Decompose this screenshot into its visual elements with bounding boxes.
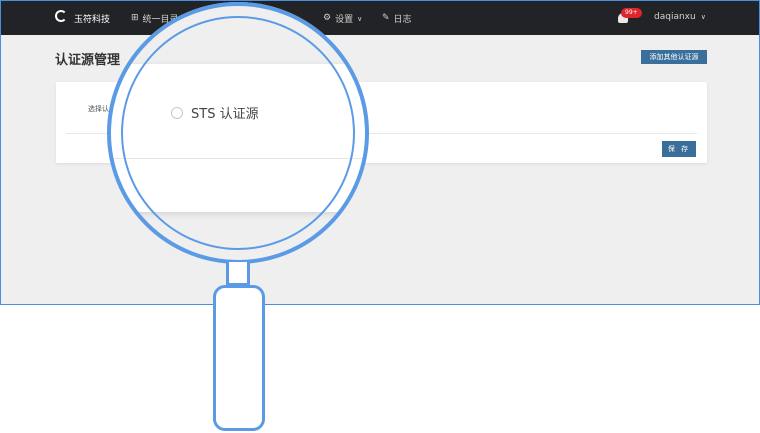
username: daqianxu <box>654 12 696 22</box>
nav-item-settings[interactable]: ⚙ 设置 ∨ <box>323 12 363 26</box>
magnifier-neck <box>226 262 250 286</box>
chevron-down-icon: ∨ <box>357 14 363 23</box>
brand-logo-icon[interactable] <box>55 10 67 22</box>
notification-badge: 99+ <box>621 8 642 18</box>
magnifier-lens: STS 认证源 <box>107 2 369 264</box>
radio-button[interactable] <box>171 106 183 119</box>
catalog-icon: ⊞ <box>131 13 139 23</box>
brand-name[interactable]: 玉符科技 <box>74 12 110 25</box>
divider <box>107 158 369 159</box>
save-button[interactable]: 保 存 <box>662 141 696 157</box>
magnifier-handle <box>213 285 265 431</box>
add-auth-source-button[interactable]: 添加其他认证源 <box>641 50 707 64</box>
settings-icon: ⚙ <box>323 13 332 23</box>
sts-auth-source-option[interactable]: STS 认证源 <box>171 103 259 122</box>
user-menu[interactable]: daqianxu ∨ <box>654 12 706 22</box>
log-icon: ✎ <box>382 13 390 23</box>
chevron-down-icon: ∨ <box>700 13 706 21</box>
nav-item-settings-label: 设置 <box>335 15 354 25</box>
magnified-card <box>107 64 369 212</box>
nav-item-log-label: 日志 <box>393 15 412 25</box>
nav-item-log[interactable]: ✎ 日志 <box>382 12 412 26</box>
sts-auth-source-label: STS 认证源 <box>191 107 259 122</box>
select-label: 选择认 <box>88 105 109 113</box>
top-navbar: 玉符科技 ⊞ 统一目录 ⚙ 设置 ∨ ✎ 日志 99+ daqianxu ∨ <box>1 1 759 35</box>
